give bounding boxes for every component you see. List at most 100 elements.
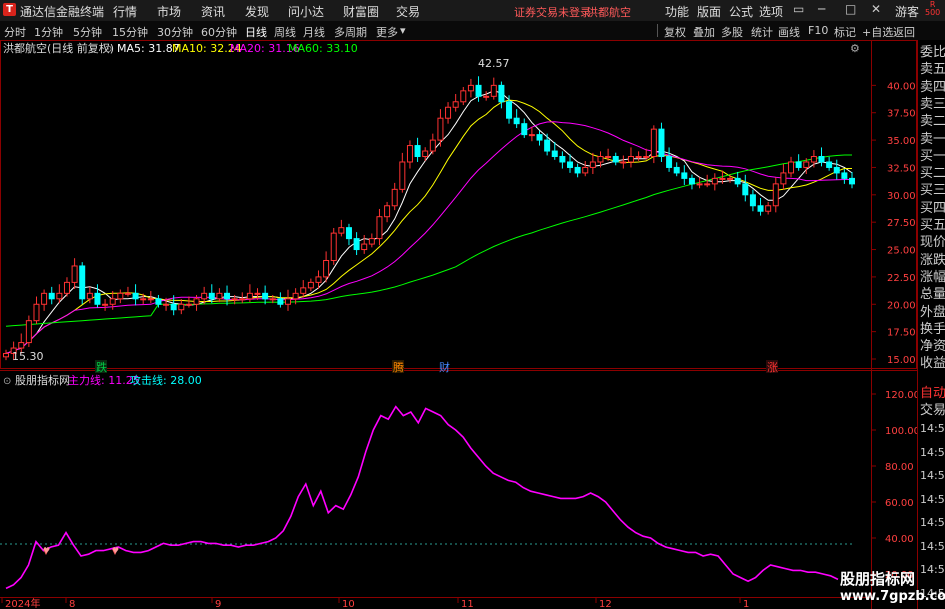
candle-body (803, 161, 810, 168)
event-marker-tencent[interactable]: 腾 (393, 360, 404, 374)
menu-community[interactable]: 财富圈 (343, 3, 379, 20)
btn-restore-rights[interactable]: 复权 (664, 24, 686, 40)
y-tick-label: 35.00 (887, 136, 916, 147)
period-15min[interactable]: 15分钟 (112, 24, 148, 40)
period-more[interactable]: 更多 (376, 24, 398, 40)
period-daily[interactable]: 日线 (245, 24, 267, 40)
trade-login-warning[interactable]: 证券交易未登录 (514, 4, 591, 20)
candle-body (56, 292, 63, 300)
candle-body (368, 238, 375, 245)
chart-area[interactable]: 洪都航空(日线 前复权) ⊙ MA5: 31.87 MA10: 32.24 MA… (0, 40, 917, 609)
chevron-down-icon[interactable]: ⊙ (104, 44, 112, 55)
close-icon[interactable]: ✕ (871, 2, 881, 16)
tick-time: 14:56 (920, 469, 945, 482)
tick-time: 14:56 (920, 422, 945, 435)
sidebar-item-outer-volume[interactable]: 外盘 (920, 305, 945, 320)
candle-body (582, 166, 589, 174)
period-1min[interactable]: 1分钟 (34, 24, 63, 40)
menu-trade[interactable]: 交易 (396, 3, 420, 20)
ma5-label: MA5: 31.87 (117, 42, 180, 55)
minimize-icon[interactable]: ─ (818, 2, 825, 16)
menu-layout[interactable]: 版面 (697, 3, 721, 20)
candle-body (711, 177, 718, 185)
settings-gear-icon[interactable]: ⚙ (850, 42, 860, 55)
btn-draw-line[interactable]: 画线 (778, 24, 800, 40)
heart-signal-icon: ♥ (112, 546, 119, 555)
btn-f10[interactable]: F10 (808, 24, 828, 37)
btn-multi-stock[interactable]: 多股 (721, 24, 743, 40)
ma10-line (5, 99, 852, 354)
sidebar-item-earnings[interactable]: 收益 (920, 357, 945, 371)
menu-quotes[interactable]: 行情 (113, 3, 137, 20)
y-tick-label: 20.00 (887, 300, 916, 311)
sidebar-item-change-pct[interactable]: 涨幅 (920, 270, 945, 285)
candle-body (567, 161, 573, 168)
btn-statistics[interactable]: 统计 (751, 24, 773, 40)
period-monthly[interactable]: 月线 (303, 24, 325, 40)
user-guest[interactable]: 游客 (895, 3, 919, 20)
candle-body (742, 183, 749, 196)
menu-news[interactable]: 资讯 (201, 3, 225, 20)
maximize-icon[interactable]: □ (845, 2, 856, 16)
menu-ask[interactable]: 问小达 (288, 3, 324, 20)
menu-formula[interactable]: 公式 (729, 3, 753, 20)
btn-mark[interactable]: 标记 (834, 24, 856, 40)
candle-body (163, 303, 170, 306)
sidebar-item-buy-5[interactable]: 买五 (920, 219, 945, 233)
period-weekly[interactable]: 周线 (274, 24, 296, 40)
event-marker-fall[interactable]: 跌 (96, 360, 107, 374)
event-marker-rise[interactable]: 涨 (767, 361, 778, 374)
menu-discover[interactable]: 发现 (245, 3, 269, 20)
sidebar-item-sell-1[interactable]: 卖一 (920, 132, 945, 147)
candle-body (673, 166, 680, 174)
sidebar-item-buy-1[interactable]: 买一 (920, 149, 945, 164)
sidebar-item-sell-5[interactable]: 卖五 (920, 63, 945, 77)
sidebar-item-buy-4[interactable]: 买四 (920, 201, 945, 216)
candle-body (765, 205, 772, 212)
low-price-label: 15.30 (12, 350, 44, 363)
sidebar-item-current-price[interactable]: 现价 (920, 236, 945, 250)
sidebar-item-buy-3[interactable]: 买三 (920, 184, 945, 198)
period-timeshare[interactable]: 分时 (4, 24, 26, 40)
sidebar-tab-trade[interactable]: 交易 (920, 404, 945, 418)
candle-body (18, 342, 25, 349)
btn-back[interactable]: 返回 (893, 24, 915, 40)
sidebar-item-commission-ratio[interactable]: 委比 (920, 46, 945, 60)
event-marker-finance[interactable]: 财 (439, 360, 450, 374)
sidebar-item-sell-4[interactable]: 卖四 (920, 80, 945, 95)
sidebar-item-net-assets[interactable]: 净资 (920, 340, 945, 354)
candle-body (475, 84, 482, 97)
y-tick-label: 25.00 (887, 246, 916, 257)
menu-function[interactable]: 功能 (665, 3, 689, 20)
candle-body (224, 292, 231, 300)
candle-body (3, 353, 9, 358)
candle-body (86, 292, 93, 300)
sidebar-item-change[interactable]: 涨跌 (920, 253, 945, 268)
candle-body (406, 145, 413, 163)
candle-body (193, 298, 200, 305)
period-5min[interactable]: 5分钟 (73, 24, 102, 40)
period-30min[interactable]: 30分钟 (157, 24, 193, 40)
btn-overlay[interactable]: 叠加 (693, 24, 715, 40)
sidebar-item-buy-2[interactable]: 买二 (920, 167, 945, 181)
candle-body (208, 292, 215, 300)
candle-body (132, 292, 139, 300)
menu-market[interactable]: 市场 (157, 3, 181, 20)
btn-add-watchlist[interactable]: +自选 (862, 24, 893, 40)
more-chevron-icon[interactable]: ▾ (400, 24, 406, 37)
sidebar-item-sell-3[interactable]: 卖三 (920, 97, 945, 112)
sub-chart-toggle-icon[interactable]: ⊙ (3, 376, 11, 387)
skin-icon[interactable]: ▭ (793, 2, 804, 16)
sidebar-tab-auto[interactable]: 自动 (920, 387, 945, 401)
candle-body (460, 90, 467, 103)
sidebar-item-total-volume[interactable]: 总量 (920, 288, 945, 302)
period-60min[interactable]: 60分钟 (201, 24, 237, 40)
candle-body (841, 172, 848, 179)
candle-body (536, 134, 543, 141)
menu-options[interactable]: 选项 (759, 3, 783, 20)
sidebar-item-turnover[interactable]: 换手 (920, 322, 945, 337)
watermark: 股朋指标网 www.7gpzb.com (840, 568, 945, 608)
sidebar-item-sell-2[interactable]: 卖二 (920, 115, 945, 129)
candle-body (277, 298, 284, 305)
period-multi[interactable]: 多周期 (334, 24, 367, 40)
